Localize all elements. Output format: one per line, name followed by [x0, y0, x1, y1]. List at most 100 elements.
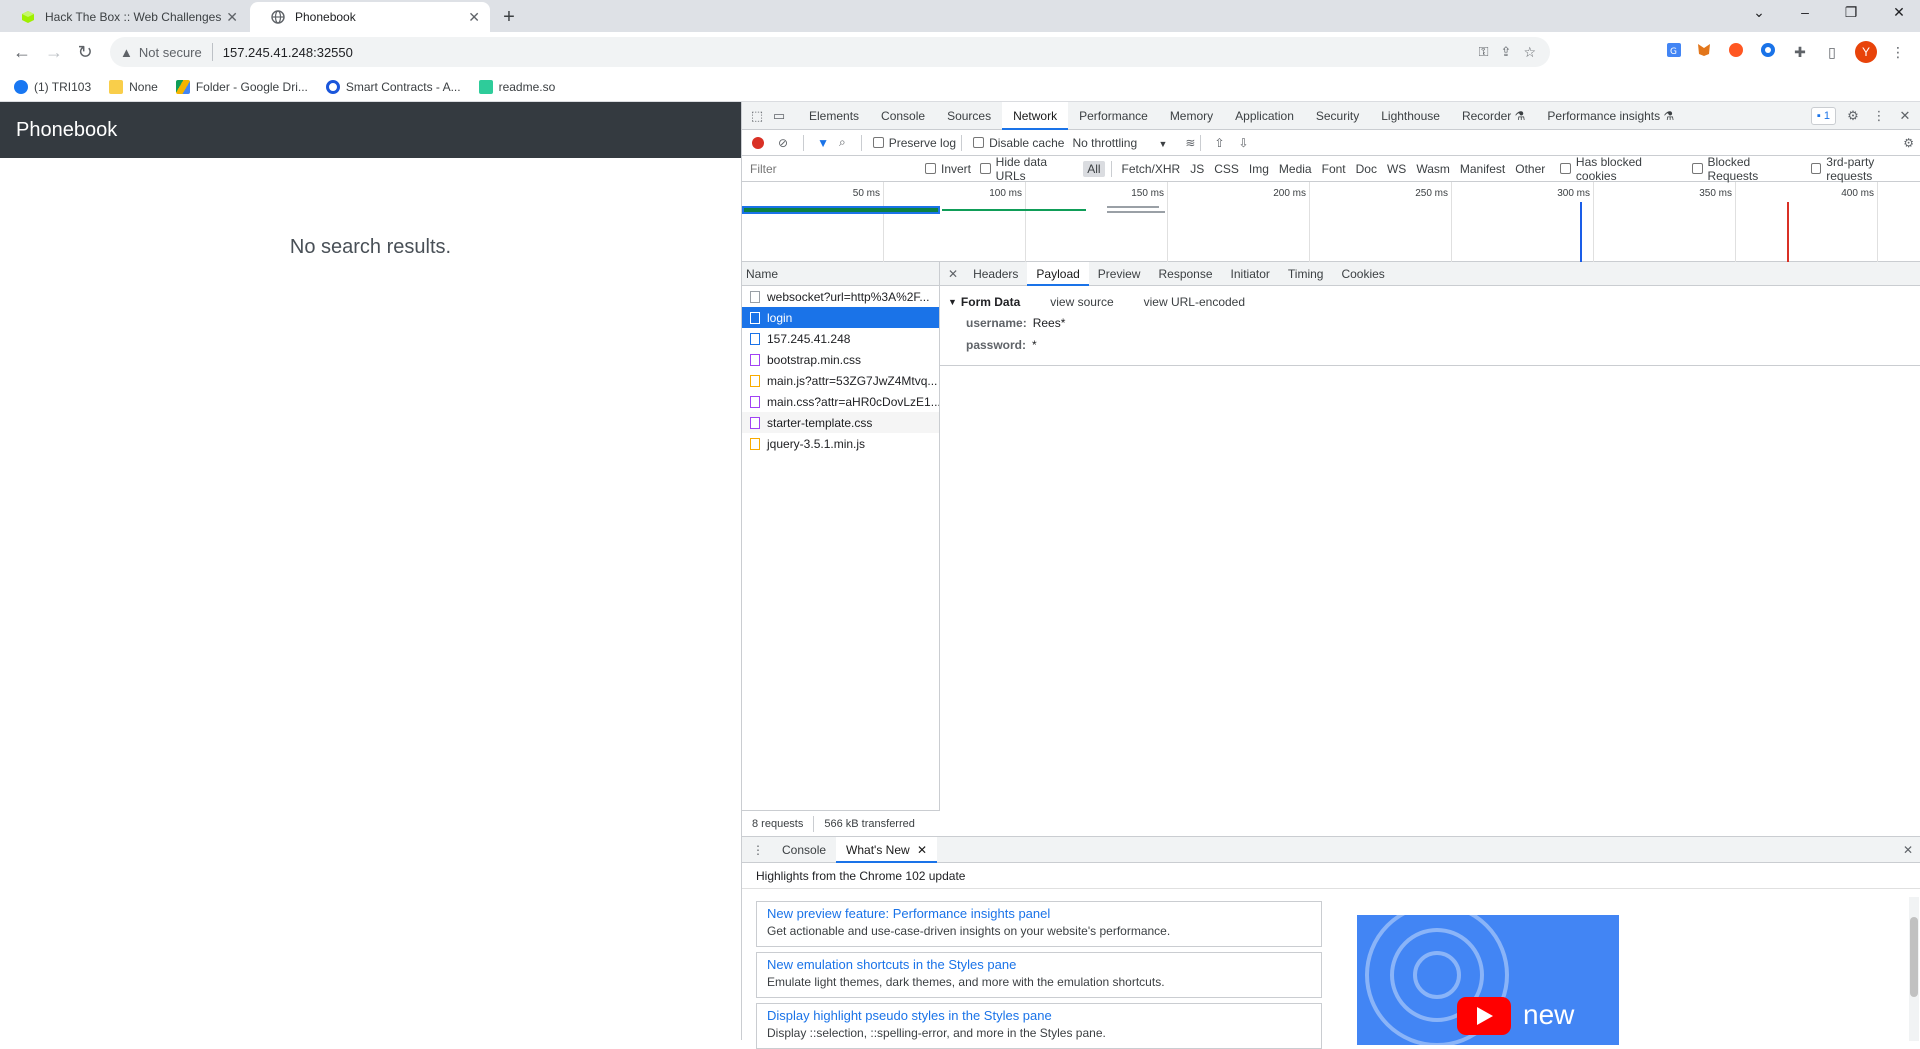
- tab-payload[interactable]: Payload: [1027, 261, 1089, 286]
- minimize-icon[interactable]: –: [1790, 4, 1820, 20]
- tab-cookies[interactable]: Cookies: [1332, 262, 1393, 286]
- new-tab-button[interactable]: +: [498, 6, 520, 29]
- security-label[interactable]: Not secure: [139, 45, 202, 60]
- network-settings-icon[interactable]: ⚙: [1903, 136, 1914, 150]
- tab-elements[interactable]: Elements: [798, 102, 870, 130]
- request-row[interactable]: starter-template.css: [742, 412, 939, 433]
- bookmark-google-drive[interactable]: Folder - Google Dri...: [175, 79, 308, 94]
- tab-application[interactable]: Application: [1224, 102, 1305, 130]
- blocked-requests-checkbox[interactable]: [1691, 163, 1703, 174]
- hide-data-urls-checkbox[interactable]: [980, 163, 991, 174]
- close-detail-icon[interactable]: ✕: [940, 267, 964, 281]
- form-data-header[interactable]: ▼ Form Data view source view URL-encoded: [948, 292, 1920, 312]
- record-icon[interactable]: [752, 136, 764, 149]
- filter-type-other[interactable]: Other: [1511, 161, 1549, 177]
- inspect-element-icon[interactable]: ⬚: [746, 102, 768, 130]
- invert-checkbox[interactable]: [925, 163, 936, 174]
- search-icon[interactable]: ⌕: [839, 135, 846, 150]
- whats-new-item[interactable]: Display highlight pseudo styles in the S…: [756, 1003, 1322, 1049]
- bookmark-folder[interactable]: None: [109, 79, 158, 94]
- tab-htb[interactable]: Hack The Box :: Web Challenges ✕: [0, 2, 248, 32]
- tab-lighthouse[interactable]: Lighthouse: [1370, 102, 1451, 130]
- device-toolbar-icon[interactable]: ▭: [768, 102, 790, 130]
- view-source-link[interactable]: view source: [1050, 295, 1113, 309]
- tab-performance-insights[interactable]: Performance insights ⚗: [1536, 102, 1685, 130]
- tab-timing[interactable]: Timing: [1279, 262, 1333, 286]
- close-window-icon[interactable]: ✕: [1884, 4, 1914, 21]
- extension-icon[interactable]: [1758, 42, 1778, 62]
- disable-cache-checkbox[interactable]: Disable cache: [973, 136, 1064, 150]
- bookmark-facebook[interactable]: (1) TRI103: [14, 79, 91, 94]
- filter-type-media[interactable]: Media: [1275, 161, 1316, 177]
- profile-avatar[interactable]: Y: [1855, 41, 1877, 63]
- bookmark-readme[interactable]: readme.so: [478, 79, 555, 94]
- filter-type-wasm[interactable]: Wasm: [1412, 161, 1454, 177]
- metamask-extension-icon[interactable]: [1694, 42, 1714, 62]
- forward-icon[interactable]: →: [42, 40, 66, 64]
- filter-type-js[interactable]: JS: [1186, 161, 1208, 177]
- filter-type-ws[interactable]: WS: [1383, 161, 1410, 177]
- extension-icon[interactable]: [1726, 42, 1746, 62]
- settings-gear-icon[interactable]: ⚙: [1842, 102, 1864, 130]
- item-title-link[interactable]: Display highlight pseudo styles in the S…: [767, 1008, 1311, 1023]
- restore-icon[interactable]: ❐: [1836, 4, 1866, 21]
- whats-new-item[interactable]: New emulation shortcuts in the Styles pa…: [756, 952, 1322, 998]
- scrollbar-thumb[interactable]: [1910, 917, 1918, 997]
- close-tab-icon[interactable]: ✕: [226, 9, 238, 26]
- filter-type-css[interactable]: CSS: [1210, 161, 1243, 177]
- third-party-checkbox[interactable]: [1810, 163, 1822, 174]
- bookmark-star-icon[interactable]: ☆: [1523, 44, 1536, 61]
- request-row[interactable]: main.js?attr=53ZG7JwZ4Mtvq...: [742, 370, 939, 391]
- tab-performance[interactable]: Performance: [1068, 102, 1159, 130]
- preserve-log-checkbox[interactable]: Preserve log: [872, 136, 956, 150]
- item-title-link[interactable]: New preview feature: Performance insight…: [767, 906, 1311, 921]
- translate-extension-icon[interactable]: G: [1664, 42, 1684, 62]
- network-conditions-icon[interactable]: ≋: [1185, 136, 1195, 150]
- bookmark-smart-contracts[interactable]: Smart Contracts - A...: [325, 79, 461, 94]
- request-row-selected[interactable]: login: [742, 307, 939, 328]
- brand-link[interactable]: Phonebook: [16, 119, 117, 142]
- tab-preview[interactable]: Preview: [1089, 262, 1150, 286]
- drawer-menu-icon[interactable]: ⋮: [742, 843, 772, 857]
- blocked-cookies-checkbox[interactable]: [1560, 163, 1571, 174]
- filter-type-manifest[interactable]: Manifest: [1456, 161, 1509, 177]
- name-column-header[interactable]: Name: [742, 262, 939, 286]
- drawer-tab-console[interactable]: Console: [772, 837, 836, 863]
- filter-type-font[interactable]: Font: [1318, 161, 1350, 177]
- more-menu-icon[interactable]: ⋮: [1888, 42, 1908, 62]
- url-text[interactable]: 157.245.41.248:32550: [223, 45, 353, 60]
- export-har-icon[interactable]: ⇩: [1239, 136, 1249, 150]
- tab-search-icon[interactable]: ⌄: [1744, 4, 1774, 21]
- close-devtools-icon[interactable]: ✕: [1894, 102, 1916, 130]
- reload-icon[interactable]: ↻: [73, 40, 97, 64]
- request-row[interactable]: 157.245.41.248: [742, 328, 939, 349]
- issues-badge[interactable]: ▪ 1: [1810, 107, 1836, 125]
- tab-response[interactable]: Response: [1149, 262, 1221, 286]
- close-tab-icon[interactable]: ✕: [917, 843, 927, 857]
- filter-input[interactable]: [748, 158, 922, 179]
- tab-headers[interactable]: Headers: [964, 262, 1027, 286]
- view-url-encoded-link[interactable]: view URL-encoded: [1144, 295, 1245, 309]
- puzzle-icon[interactable]: ✚: [1790, 42, 1810, 62]
- drawer-tab-whats-new[interactable]: What's New ✕: [836, 836, 938, 863]
- tab-memory[interactable]: Memory: [1159, 102, 1224, 130]
- tab-sources[interactable]: Sources: [936, 102, 1002, 130]
- key-icon[interactable]: ⚿: [1479, 44, 1489, 60]
- side-panel-icon[interactable]: ▯: [1822, 42, 1842, 62]
- request-row[interactable]: main.css?attr=aHR0cDovLzE1...: [742, 391, 939, 412]
- filter-type-all[interactable]: All: [1083, 160, 1105, 177]
- more-options-icon[interactable]: ⋮: [1868, 102, 1890, 130]
- whats-new-video-thumbnail[interactable]: new: [1357, 915, 1619, 1045]
- back-icon[interactable]: ←: [10, 40, 34, 64]
- filter-icon[interactable]: ▼: [817, 136, 829, 150]
- request-row[interactable]: websocket?url=http%3A%2F...: [742, 286, 939, 307]
- filter-type-fetch-xhr[interactable]: Fetch/XHR: [1118, 161, 1185, 177]
- tab-phonebook[interactable]: Phonebook ✕: [250, 2, 490, 32]
- close-drawer-icon[interactable]: ✕: [1903, 843, 1913, 857]
- tab-recorder[interactable]: Recorder ⚗: [1451, 102, 1536, 130]
- tab-console[interactable]: Console: [870, 102, 936, 130]
- request-row[interactable]: bootstrap.min.css: [742, 349, 939, 370]
- tab-security[interactable]: Security: [1305, 102, 1370, 130]
- clear-icon[interactable]: ⊘: [778, 136, 788, 150]
- tab-network[interactable]: Network: [1002, 101, 1069, 130]
